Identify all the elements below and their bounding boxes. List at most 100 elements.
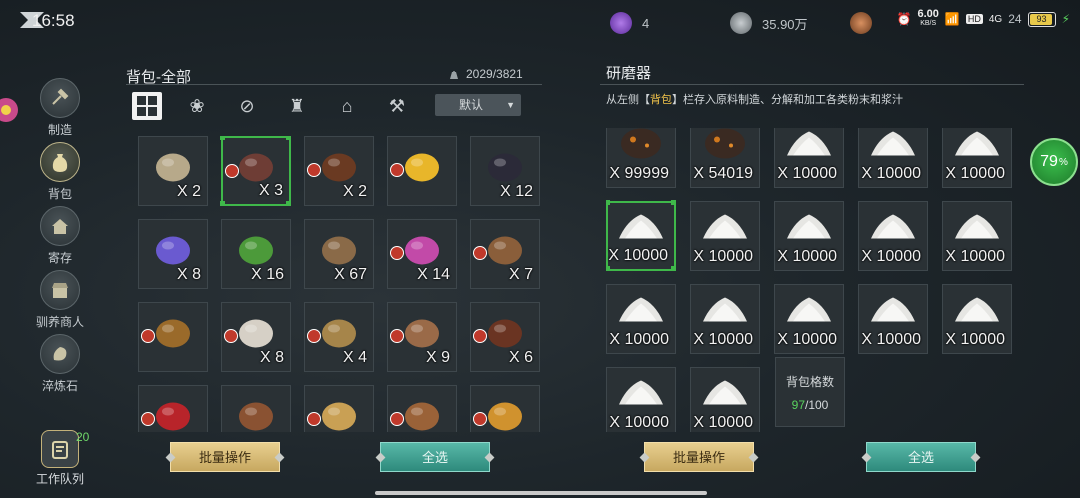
tag-badge-icon (473, 412, 487, 426)
nuts-icon (151, 312, 195, 357)
powder-pile-icon (953, 210, 1001, 245)
backpack-slot[interactable] (138, 385, 208, 432)
backpack-slot[interactable] (387, 385, 457, 432)
sort-dropdown[interactable]: 默认 ▼ (435, 94, 521, 116)
backpack-slot[interactable]: X 16 (221, 219, 291, 289)
status-bar: 16:58 4 35.90万 ⏰ 6.00 KB/S 📶 HD 4G 24 93 … (0, 0, 1080, 42)
grinder-batch-button[interactable]: 批量操作 (639, 442, 759, 472)
building-filter-icon[interactable]: ⌂ (332, 92, 362, 120)
grinder-slot[interactable]: X 10000 (774, 201, 844, 271)
backpack-slot[interactable]: X 8 (138, 219, 208, 289)
backpack-slot[interactable]: X 14 (387, 219, 457, 289)
grinder-slot[interactable]: X 10000 (774, 128, 844, 188)
backpack-slot[interactable] (387, 136, 457, 206)
backpack-slot[interactable]: X 2 (138, 136, 208, 206)
item-quantity: X 12 (500, 183, 533, 200)
backpack-slot[interactable]: X 3 (220, 136, 291, 206)
backpack-slot[interactable]: X 9 (387, 302, 457, 372)
item-quantity: X 10000 (777, 165, 837, 182)
slot-count-box: 背包格数 97/100 (775, 357, 845, 427)
powder-pile-icon (785, 128, 833, 162)
item-quantity: X 3 (258, 182, 283, 199)
backpack-slot[interactable]: X 8 (221, 302, 291, 372)
backpack-grid: X 2 X 3 X 2 X 12 X 8 X 16 X 67 X 14 X 7 X 8 X 4 X 9… (138, 136, 548, 432)
work-queue-count: 20 (76, 430, 90, 444)
signal-icon: 4G (988, 13, 1003, 25)
resource-copper[interactable] (850, 12, 872, 34)
grinder-slot[interactable]: X 10000 (606, 284, 676, 354)
house-icon (40, 206, 80, 246)
food-filter-icon[interactable]: ⊘ (232, 92, 262, 120)
grinder-slot[interactable]: X 10000 (942, 284, 1012, 354)
powder-pile-icon (953, 293, 1001, 328)
grinder-slot[interactable]: X 10000 (774, 284, 844, 354)
grinder-slot[interactable]: X 10000 (858, 201, 928, 271)
hd-icon: HD (965, 14, 983, 24)
backpack-slot[interactable]: X 4 (304, 302, 374, 372)
item-quantity: X 2 (342, 183, 367, 200)
home-indicator[interactable] (375, 491, 707, 495)
backpack-select-all-button[interactable]: 全选 (375, 442, 495, 472)
powder-pile-icon (617, 211, 665, 246)
grinder-slot[interactable]: X 54019 (690, 128, 760, 188)
slot-count-label: 背包格数 (785, 375, 834, 389)
slot-count-total: /100 (805, 398, 829, 412)
porcini-icon (400, 395, 444, 432)
nav-item-merchant[interactable]: 驯养商人 (20, 270, 100, 330)
grinder-slot[interactable]: X 10000 (606, 367, 676, 432)
backpack-slot[interactable] (221, 385, 291, 432)
backpack-slot[interactable] (138, 302, 208, 372)
grinder-slot[interactable]: X 10000 (690, 284, 760, 354)
tag-badge-icon (141, 329, 155, 343)
materials-filter-icon[interactable]: ❀ (182, 92, 212, 120)
divider (126, 84, 542, 85)
potion-filter-icon[interactable]: ♜ (282, 92, 312, 120)
dark-ore-icon (617, 128, 665, 164)
grinder-slot[interactable]: X 10000 (858, 284, 928, 354)
item-quantity: X 10000 (861, 248, 921, 265)
tag-badge-icon (473, 246, 487, 260)
divider (600, 84, 1024, 85)
backpack-batch-button[interactable]: 批量操作 (165, 442, 285, 472)
resource-silver[interactable]: 35.90万 (730, 12, 808, 34)
backpack-slot[interactable]: X 12 (470, 136, 540, 206)
grinder-progress-badge[interactable]: 79% (1030, 138, 1078, 186)
tag-badge-icon (141, 412, 155, 426)
backpack-slot[interactable] (304, 385, 374, 432)
backpack-slot[interactable] (470, 385, 540, 432)
backpack-slot[interactable]: X 2 (304, 136, 374, 206)
tag-badge-icon (224, 329, 238, 343)
backpack-slot[interactable]: X 6 (470, 302, 540, 372)
stone-icon (40, 334, 80, 374)
nav-item-storage[interactable]: 寄存 (20, 206, 100, 266)
backpack-slot[interactable]: X 67 (304, 219, 374, 289)
grinder-slot[interactable]: X 10000 (690, 201, 760, 271)
nav-item-craft[interactable]: 制造 (20, 78, 100, 138)
charging-icon: ⚡ (1061, 12, 1070, 26)
item-quantity: X 10000 (608, 247, 668, 264)
grinder-slot[interactable]: X 10000 (942, 128, 1012, 188)
item-quantity: X 10000 (609, 414, 669, 431)
backpack-capacity: 2029/3821 (448, 67, 523, 81)
alarm-icon: ⏰ (896, 12, 912, 26)
grinder-slot[interactable]: X 10000 (606, 200, 676, 271)
nav-item-bag[interactable]: 背包 (20, 142, 100, 202)
work-queue-label: 工作队列 (35, 472, 84, 486)
backpack-slot[interactable]: X 7 (470, 219, 540, 289)
grinder-slot[interactable]: X 99999 (606, 128, 676, 188)
work-queue-button[interactable]: 20 工作队列 (30, 430, 90, 487)
all-filter-icon[interactable] (132, 92, 162, 120)
tool-filter-icon[interactable]: ⚒ (382, 92, 412, 120)
powder-pile-icon (701, 293, 749, 328)
grinder-select-all-button[interactable]: 全选 (861, 442, 981, 472)
item-quantity: X 10000 (609, 331, 669, 348)
weight-icon (450, 71, 458, 79)
nav-item-stone[interactable]: 淬炼石 (20, 334, 100, 394)
grinder-slot[interactable]: X 10000 (942, 201, 1012, 271)
copper-value: 24 (1008, 12, 1022, 26)
item-quantity: X 9 (425, 349, 450, 366)
grinder-slot[interactable]: X 10000 (690, 367, 760, 432)
resource-gems[interactable]: 4 (610, 12, 649, 34)
grinder-slot[interactable]: X 10000 (858, 128, 928, 188)
filter-bar: ❀ ⊘ ♜ ⌂ ⚒ 默认 ▼ (130, 90, 530, 122)
